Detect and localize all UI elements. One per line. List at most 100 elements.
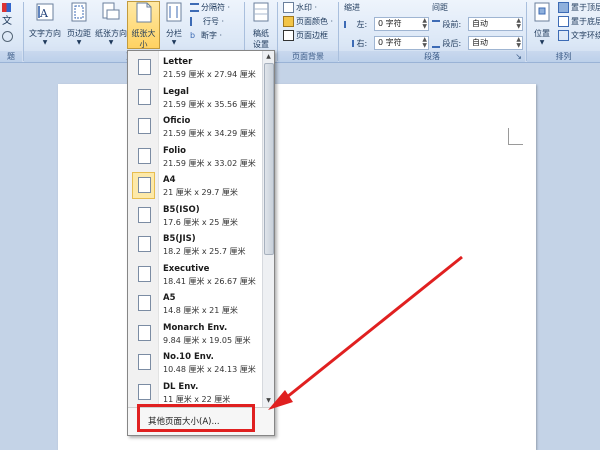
page-icon <box>138 177 151 193</box>
paper-size-name: B5(JIS) <box>163 234 196 244</box>
text-direction-icon: A <box>36 3 54 21</box>
highlight-box <box>137 404 255 432</box>
svg-text:A: A <box>39 7 49 20</box>
paper-size-item[interactable]: Letter 21.59 厘米 x 27.94 厘米 <box>128 53 262 82</box>
paragraph-dialog-launcher-icon[interactable]: ↘ <box>515 51 522 62</box>
spacing-before-input[interactable]: 自动 ▲ ▼ <box>468 17 523 31</box>
draft-paper-label-2: 设置 <box>253 40 269 49</box>
spacing-before-label: 段前: <box>432 19 461 30</box>
scroll-thumb[interactable] <box>264 63 274 255</box>
paper-size-name: Executive <box>163 263 210 274</box>
page-color-icon <box>283 16 294 27</box>
theme-effects-icon[interactable] <box>2 31 15 43</box>
paper-size-name: A4 <box>163 175 176 185</box>
spacing-before-icon <box>432 20 440 29</box>
paper-size-dimensions: 18.2 厘米 x 25.7 厘米 <box>163 247 246 256</box>
hyphenation-label: 断字 · <box>201 31 223 40</box>
scroll-up-icon[interactable]: ▲ <box>263 52 274 62</box>
orientation-label: 纸张方向 <box>95 29 127 38</box>
watermark-button[interactable]: 水印 · <box>283 2 317 14</box>
paper-size-dimensions: 21 厘米 x 29.7 厘米 <box>163 188 238 197</box>
paper-size-name: DL Env. <box>163 381 199 392</box>
indent-left-input[interactable]: 0 字符 ▲ ▼ <box>374 17 429 31</box>
page-icon <box>138 118 151 134</box>
paper-size-button[interactable]: 纸张大小 ▼ <box>127 1 160 57</box>
text-direction-button[interactable]: A 文字方向 ▼ <box>27 2 63 46</box>
indent-right-input[interactable]: 0 字符 ▲ ▼ <box>374 36 429 50</box>
paper-size-item[interactable]: B5(ISO) 17.6 厘米 x 25 厘米 <box>128 201 262 230</box>
paper-size-icon <box>136 2 151 23</box>
page-borders-icon <box>283 30 294 41</box>
indent-left-value: 0 字符 <box>378 19 402 28</box>
bring-to-front-label: 置于顶层 <box>571 3 600 12</box>
send-to-back-button[interactable]: 置于底层 <box>558 16 600 28</box>
paper-size-item[interactable]: Folio 21.59 厘米 x 33.02 厘米 <box>128 142 262 171</box>
line-numbers-icon <box>190 17 201 26</box>
theme-fonts-icon[interactable]: 文 <box>2 16 12 28</box>
paper-size-item[interactable]: DL Env. 11 厘米 x 22 厘米 <box>128 378 262 407</box>
indent-left-icon <box>344 21 354 28</box>
hyphenation-button[interactable]: b 断字 · <box>190 30 222 42</box>
send-to-back-icon <box>558 16 569 27</box>
columns-button[interactable]: 分栏 ▼ <box>161 2 187 46</box>
dropdown-scrollbar[interactable]: ▲ ▼ <box>262 51 274 407</box>
paper-size-dimensions: 9.84 厘米 x 19.05 厘米 <box>163 335 251 345</box>
spinner-arrows-icon[interactable]: ▲ ▼ <box>422 37 427 49</box>
paper-size-item[interactable]: Oficio 21.59 厘米 x 34.29 厘米 <box>128 112 262 141</box>
paper-size-dimensions: 10.48 厘米 x 24.13 厘米 <box>163 365 256 374</box>
text-wrap-button[interactable]: 文字环绕 <box>558 30 600 42</box>
page-borders-button[interactable]: 页面边框 <box>283 30 328 42</box>
paper-size-item[interactable]: Executive 18.41 厘米 x 26.67 厘米 <box>128 260 262 289</box>
indent-title: 缩进 <box>344 3 360 12</box>
page-icon <box>138 354 151 370</box>
paper-size-dimensions: 21.59 厘米 x 35.56 厘米 <box>163 99 256 109</box>
orientation-button[interactable]: 纸张方向 ▼ <box>95 2 127 46</box>
theme-colors-icon[interactable] <box>2 2 13 14</box>
paper-size-dimensions: 17.6 厘米 x 25 厘米 <box>163 217 238 227</box>
draft-paper-button[interactable]: 稿纸 设置 <box>247 2 275 50</box>
paper-size-item[interactable]: Legal 21.59 厘米 x 35.56 厘米 <box>128 83 262 112</box>
indent-right-icon <box>344 40 354 47</box>
paper-size-name: Monarch Env. <box>163 322 228 333</box>
spacing-after-label: 段后: <box>432 38 461 49</box>
paper-size-item[interactable]: A5 14.8 厘米 x 21 厘米 <box>128 289 262 318</box>
position-icon <box>534 2 550 22</box>
page-icon <box>138 383 151 400</box>
paper-size-dimensions: 11 厘米 x 22 厘米 <box>163 394 231 404</box>
page-icon <box>138 147 151 164</box>
breaks-button[interactable]: 分隔符 · <box>190 2 230 14</box>
paper-size-dimensions: 18.41 厘米 x 26.67 厘米 <box>163 276 256 286</box>
line-numbers-button[interactable]: 行号 · <box>190 16 224 28</box>
margin-crop-mark <box>508 128 523 145</box>
spacing-after-input[interactable]: 自动 ▲ ▼ <box>468 36 523 50</box>
position-button[interactable]: 位置 ▼ <box>528 2 556 46</box>
paper-size-name: Folio <box>163 145 186 156</box>
paper-size-item[interactable]: Monarch Env. 9.84 厘米 x 19.05 厘米 <box>128 319 262 348</box>
paper-size-label: 纸张大小 <box>131 29 156 49</box>
indent-left-label: 左: <box>344 19 367 30</box>
scroll-down-icon[interactable]: ▼ <box>263 396 274 406</box>
spacing-after-value: 自动 <box>472 38 488 47</box>
page-icon <box>138 206 151 223</box>
bring-to-front-button[interactable]: 置于顶层 <box>558 2 600 14</box>
margins-button[interactable]: 页边距 ▼ <box>63 2 95 46</box>
spacing-before-label-text: 段前: <box>442 20 462 29</box>
paper-size-item[interactable]: A4 21 厘米 x 29.7 厘米 <box>128 171 262 200</box>
hyphenation-icon: b <box>190 31 196 40</box>
page-color-button[interactable]: 页面颜色 · <box>283 16 333 28</box>
spinner-arrows-icon[interactable]: ▲ ▼ <box>516 18 521 30</box>
paper-size-item[interactable]: B5(JIS) 18.2 厘米 x 25.7 厘米 <box>128 230 262 259</box>
draft-paper-icon <box>253 2 269 22</box>
spinner-arrows-icon[interactable]: ▲ ▼ <box>516 37 521 49</box>
paper-size-item[interactable]: No.10 Env. 10.48 厘米 x 24.13 厘米 <box>128 348 262 377</box>
paper-size-name: B5(ISO) <box>163 204 200 215</box>
spacing-after-label-text: 段后: <box>442 39 462 48</box>
page-icon <box>138 236 151 252</box>
paper-size-dimensions: 14.8 厘米 x 21 厘米 <box>163 306 238 315</box>
group-label-paragraph: 段落 ↘ <box>339 51 525 62</box>
page-color-label: 页面颜色 · <box>296 17 334 26</box>
indent-right-label-text: 右: <box>356 39 368 48</box>
send-to-back-label: 置于底层 <box>571 17 600 26</box>
spacing-before-value: 自动 <box>472 19 488 28</box>
spinner-arrows-icon[interactable]: ▲ ▼ <box>422 18 427 30</box>
